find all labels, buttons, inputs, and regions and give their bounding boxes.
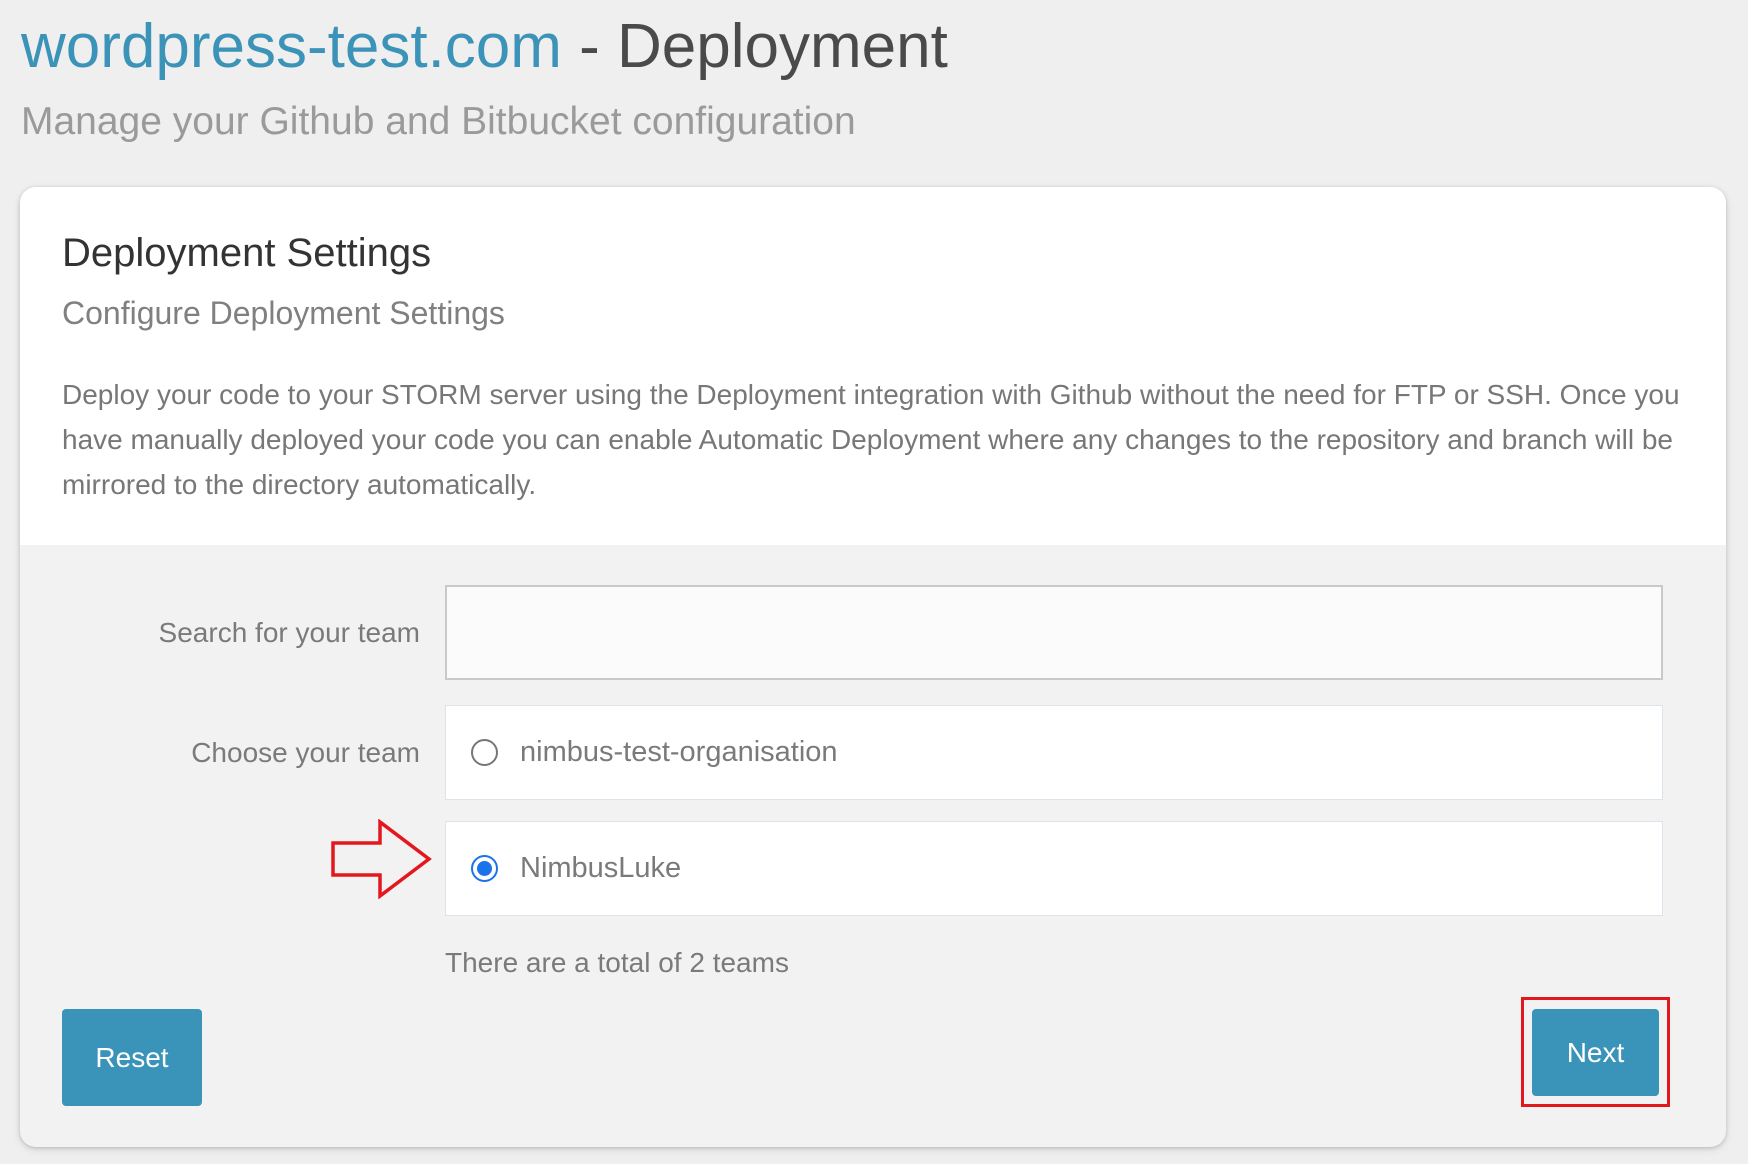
next-button[interactable]: Next	[1532, 1009, 1659, 1096]
page-title: wordpress-test.com - Deployment	[21, 8, 948, 86]
team-option-nimbus-test-organisation[interactable]: nimbus-test-organisation	[445, 705, 1663, 800]
card-subtitle: Configure Deployment Settings	[62, 295, 505, 331]
card-title: Deployment Settings	[62, 231, 432, 275]
deployment-settings-card: Deployment Settings Configure Deployment…	[20, 187, 1726, 1147]
card-description: Deploy your code to your STORM server us…	[62, 379, 1680, 500]
site-name-link[interactable]: wordpress-test.com	[21, 12, 562, 81]
page-subtitle: Manage your Github and Bitbucket configu…	[21, 100, 856, 143]
red-arrow-annotation	[331, 819, 432, 899]
team-option-label: nimbus-test-organisation	[520, 736, 838, 768]
search-team-input[interactable]	[445, 585, 1663, 680]
search-team-label: Search for your team	[158, 617, 420, 648]
reset-button[interactable]: Reset	[62, 1009, 202, 1106]
team-radio-nimbusluke[interactable]	[471, 855, 498, 882]
page-title-section: - Deployment	[561, 12, 948, 81]
team-count-text: There are a total of 2 teams	[445, 947, 789, 978]
page-header: wordpress-test.com - Deployment Manage y…	[21, 8, 948, 144]
team-option-nimbusluke[interactable]: NimbusLuke	[445, 821, 1663, 916]
card-header: Deployment Settings Configure Deployment…	[20, 187, 1726, 545]
team-radio-nimbus-test-organisation[interactable]	[471, 739, 498, 766]
team-option-label: NimbusLuke	[520, 852, 682, 884]
choose-team-label: Choose your team	[191, 737, 420, 768]
